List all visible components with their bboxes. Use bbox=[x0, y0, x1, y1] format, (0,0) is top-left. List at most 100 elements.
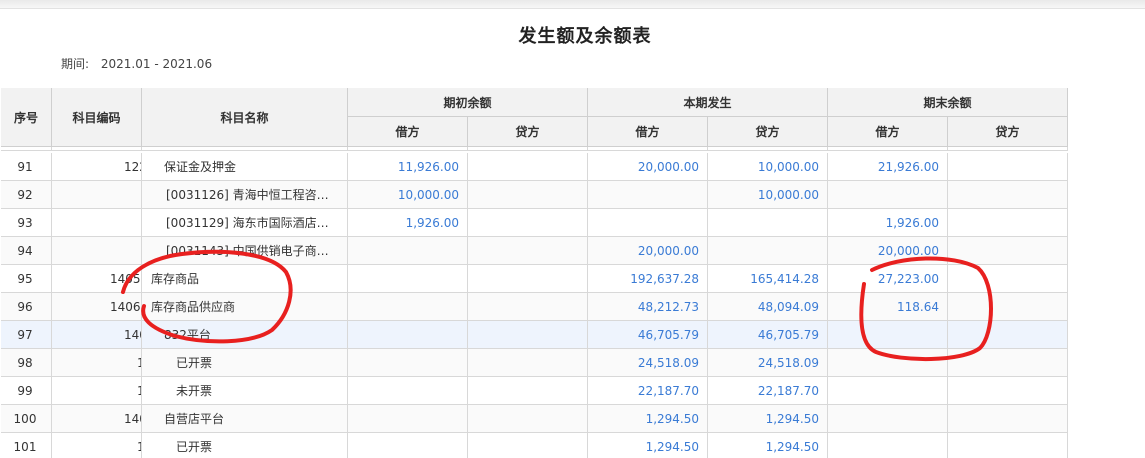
row-opening-debit bbox=[348, 377, 468, 405]
header-closing-credit[interactable]: 贷方 bbox=[948, 117, 1068, 147]
row-closing-debit bbox=[828, 377, 948, 405]
row-name: 保证金及押金 bbox=[142, 153, 348, 181]
row-current-debit: 46,705.79 bbox=[588, 321, 708, 349]
row-code: 140602 bbox=[52, 405, 142, 433]
row-code: 122104 bbox=[52, 153, 142, 181]
row-seq: 94 bbox=[1, 237, 52, 265]
row-current-debit: 1,294.50 bbox=[588, 433, 708, 458]
row-current-credit: 48,094.09 bbox=[708, 293, 828, 321]
row-opening-debit bbox=[348, 293, 468, 321]
row-opening-credit bbox=[468, 405, 588, 433]
table-row[interactable]: 91122104保证金及押金11,926.00 20,000.0010,000.0… bbox=[1, 153, 1068, 181]
row-closing-credit bbox=[948, 181, 1068, 209]
row-opening-debit: 10,000.00 bbox=[348, 181, 468, 209]
header-closing: 期末余额 bbox=[828, 88, 1068, 117]
row-current-debit: 1,294.50 bbox=[588, 405, 708, 433]
row-current-debit: 20,000.00 bbox=[588, 237, 708, 265]
row-seq: 98 bbox=[1, 349, 52, 377]
row-opening-credit bbox=[468, 293, 588, 321]
row-closing-debit: 27,223.00 bbox=[828, 265, 948, 293]
row-opening-credit bbox=[468, 153, 588, 181]
row-name: 未开票 bbox=[142, 377, 348, 405]
row-current-credit: 165,414.28 bbox=[708, 265, 828, 293]
table-row[interactable]: 991406…未开票 22,187.7022,187.70 bbox=[1, 377, 1068, 405]
row-closing-credit bbox=[948, 265, 1068, 293]
row-closing-debit bbox=[828, 321, 948, 349]
row-code: 1406… bbox=[52, 433, 142, 458]
table-row[interactable]: 96 1406 库存商品供应商 48,212.73 48,094.09 118.64 bbox=[1, 293, 1068, 321]
period-value: 2021.01 - 2021.06 bbox=[100, 57, 213, 71]
row-current-credit bbox=[708, 209, 828, 237]
row-closing-debit: 21,926.00 bbox=[828, 153, 948, 181]
row-opening-credit bbox=[468, 237, 588, 265]
table-row[interactable]: 93 [0031129] 海东市国际酒店… 1,926.00 1,926.00 bbox=[1, 209, 1068, 237]
row-current-debit bbox=[588, 209, 708, 237]
row-opening-debit bbox=[348, 237, 468, 265]
table-row[interactable]: 97140601832平台 46,705.7946,705.79 bbox=[1, 321, 1068, 349]
row-current-debit: 24,518.09 bbox=[588, 349, 708, 377]
row-opening-debit: 1,926.00 bbox=[348, 209, 468, 237]
row-opening-debit: 11,926.00 bbox=[348, 153, 468, 181]
row-name: 已开票 bbox=[142, 349, 348, 377]
row-closing-debit: 118.64 bbox=[828, 293, 948, 321]
header-opening-debit[interactable]: 借方 bbox=[348, 117, 468, 147]
header-opening: 期初余额 bbox=[348, 88, 588, 117]
row-closing-debit bbox=[828, 405, 948, 433]
row-current-debit: 22,187.70 bbox=[588, 377, 708, 405]
header-seq[interactable]: 序号 bbox=[1, 88, 52, 147]
row-name: 库存商品供应商 bbox=[142, 293, 348, 321]
header-current-credit[interactable]: 贷方 bbox=[708, 117, 828, 147]
row-opening-credit bbox=[468, 181, 588, 209]
table-row[interactable]: 92 [0031126] 青海中恒工程咨… 10,000.00 10,000.00 bbox=[1, 181, 1068, 209]
table-row[interactable]: 981406…已开票 24,518.0924,518.09 bbox=[1, 349, 1068, 377]
header-current-debit[interactable]: 借方 bbox=[588, 117, 708, 147]
row-name: 832平台 bbox=[142, 321, 348, 349]
row-seq: 96 bbox=[1, 293, 52, 321]
table-row[interactable]: 1011406…已开票 1,294.501,294.50 bbox=[1, 433, 1068, 458]
row-current-credit: 1,294.50 bbox=[708, 405, 828, 433]
row-closing-debit: 20,000.00 bbox=[828, 237, 948, 265]
row-code bbox=[52, 209, 142, 237]
table-row[interactable]: 100140602自营店平台 1,294.501,294.50 bbox=[1, 405, 1068, 433]
row-closing-debit bbox=[828, 181, 948, 209]
row-current-debit: 20,000.00 bbox=[588, 153, 708, 181]
row-code: 1406… bbox=[52, 377, 142, 405]
row-opening-credit bbox=[468, 377, 588, 405]
period-label: 期间: bbox=[61, 57, 90, 71]
header-name[interactable]: 科目名称 bbox=[142, 88, 348, 147]
row-name: [0031143] 中国供销电子商… bbox=[142, 237, 348, 265]
row-name: [0031126] 青海中恒工程咨… bbox=[142, 181, 348, 209]
row-current-credit bbox=[708, 237, 828, 265]
row-current-credit: 10,000.00 bbox=[708, 181, 828, 209]
row-current-debit: 192,637.28 bbox=[588, 265, 708, 293]
row-closing-debit bbox=[828, 433, 948, 458]
row-current-credit: 1,294.50 bbox=[708, 433, 828, 458]
header-closing-debit[interactable]: 借方 bbox=[828, 117, 948, 147]
row-closing-credit bbox=[948, 405, 1068, 433]
table-row[interactable]: 95 1405 库存商品 192,637.28 165,414.28 27,223.00 bbox=[1, 265, 1068, 293]
row-name: 自营店平台 bbox=[142, 405, 348, 433]
row-seq: 101 bbox=[1, 433, 52, 458]
row-closing-credit bbox=[948, 321, 1068, 349]
row-closing-credit bbox=[948, 433, 1068, 458]
row-seq: 100 bbox=[1, 405, 52, 433]
row-current-debit bbox=[588, 181, 708, 209]
row-closing-debit bbox=[828, 349, 948, 377]
row-seq: 95 bbox=[1, 265, 52, 293]
row-current-debit: 48,212.73 bbox=[588, 293, 708, 321]
header-opening-credit[interactable]: 贷方 bbox=[468, 117, 588, 147]
top-bar bbox=[0, 0, 1145, 9]
table-row[interactable]: 94 [0031143] 中国供销电子商… 20,000.00 20,000.00 bbox=[1, 237, 1068, 265]
row-current-credit: 10,000.00 bbox=[708, 153, 828, 181]
row-code: 1405 bbox=[52, 265, 142, 293]
row-opening-credit bbox=[468, 321, 588, 349]
row-current-credit: 22,187.70 bbox=[708, 377, 828, 405]
header-code[interactable]: 科目编码 bbox=[52, 88, 142, 147]
report-title: 发生额及余额表 bbox=[518, 26, 652, 47]
row-closing-debit: 1,926.00 bbox=[828, 209, 948, 237]
row-code: 1406 bbox=[52, 293, 142, 321]
row-code: 1406… bbox=[52, 349, 142, 377]
row-seq: 99 bbox=[1, 377, 52, 405]
row-opening-debit bbox=[348, 321, 468, 349]
row-code bbox=[52, 237, 142, 265]
